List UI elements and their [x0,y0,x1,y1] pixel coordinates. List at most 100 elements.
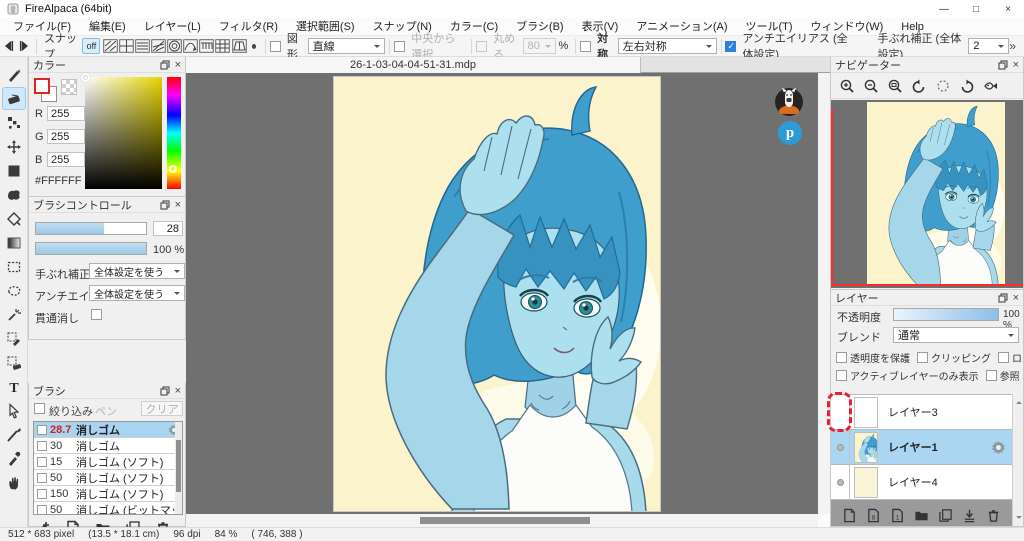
layer-opacity-slider[interactable] [893,308,999,321]
stabilizer-dropdown[interactable]: 2 [968,38,1009,54]
zoom-out-icon[interactable] [859,75,883,97]
float-panel-icon[interactable] [998,293,1008,303]
brush-list-scrollbar[interactable] [175,422,182,515]
snap-off-button[interactable]: off [82,38,100,54]
blend-dropdown[interactable]: 通常 [893,327,1019,343]
prev-snap-button[interactable] [0,38,16,55]
text-tool[interactable]: T [2,375,26,398]
snap-ruler-icon[interactable] [199,38,215,55]
fill-lasso-tool[interactable] [2,183,26,206]
close-button[interactable]: × [992,0,1024,18]
snap-perspective-icon[interactable] [231,38,247,55]
add-8bit-layer-button[interactable]: 8 [861,508,885,523]
close-panel-icon[interactable]: × [175,60,181,70]
lock-checkbox[interactable] [998,352,1009,363]
green-input[interactable]: 255 [47,129,85,144]
select-lasso-tool[interactable] [2,279,26,302]
rotate-reset-icon[interactable] [931,75,955,97]
eraser-tool[interactable] [2,87,26,110]
select-eraser-tool[interactable] [2,351,26,374]
canvas-vertical-scrollbar[interactable] [818,73,830,514]
sv-marker[interactable] [81,73,90,82]
shape-dropdown[interactable]: 直線 [308,38,386,54]
foreground-color-swatch[interactable] [34,78,50,94]
brush-filter-clear-button[interactable]: クリア [141,401,183,416]
stabilizer-setting-dropdown[interactable]: 全体設定を使う [89,263,185,279]
zoom-reset-icon[interactable] [883,75,907,97]
snap-cross-icon[interactable] [118,38,134,55]
layer-settings-gear-icon[interactable] [991,440,1006,455]
add-layer-button[interactable] [837,508,861,523]
active-only-checkbox[interactable] [836,370,847,381]
brush-row[interactable]: 50消しゴム (ビットマップ) [34,502,182,515]
divide-tool[interactable] [2,423,26,446]
eyedropper-tool[interactable] [2,447,26,470]
next-snap-button[interactable] [16,38,32,55]
layer-row[interactable]: レイヤー3 [831,395,1012,430]
layer-visibility-toggle[interactable] [831,430,850,464]
close-panel-icon[interactable]: × [175,386,181,396]
symmetry-checkbox[interactable] [580,41,591,52]
rotate-left-icon[interactable] [907,75,931,97]
red-input[interactable]: 255 [47,106,85,121]
protect-alpha-checkbox[interactable] [836,352,847,363]
reference-checkbox[interactable] [986,370,997,381]
center-select-checkbox[interactable] [394,41,405,52]
add-layer-folder-button[interactable] [909,508,933,523]
operation-tool[interactable] [2,399,26,422]
antialias-setting-dropdown[interactable]: 全体設定を使う [89,285,185,301]
close-panel-icon[interactable]: × [1013,60,1019,70]
brush-filter-checkbox[interactable] [34,403,45,414]
snap-concentric-icon[interactable] [167,38,183,55]
fill-rect-tool[interactable] [2,159,26,182]
snap-vanishing-icon[interactable] [151,38,167,55]
add-1bit-layer-button[interactable]: 1 [885,508,909,523]
layer-list-scrollbar[interactable] [1012,394,1023,526]
transparent-color-swatch[interactable] [61,79,77,95]
blue-input[interactable]: 255 [47,152,85,167]
menu-filter[interactable]: フィルタ(R) [210,18,287,36]
layer-row[interactable]: レイヤー1 [831,430,1012,465]
layer-row[interactable]: レイヤー4 [831,465,1012,500]
brush-row[interactable]: 50消しゴム (ソフト) [34,470,182,486]
round-checkbox[interactable] [476,41,487,52]
magic-wand-tool[interactable] [2,303,26,326]
symmetry-dropdown[interactable]: 左右対称 [618,38,717,54]
toolbar-overflow-icon[interactable]: » [1009,39,1016,53]
pen-tool[interactable] [2,63,26,86]
navigator-thumbnail[interactable] [831,100,1023,288]
merge-down-button[interactable] [957,508,981,523]
round-dropdown[interactable]: 80 [523,38,556,54]
brush-opacity-slider[interactable] [35,242,147,255]
snap-horizontal-icon[interactable] [135,38,151,55]
snap-curve-icon[interactable] [183,38,199,55]
select-rect-tool[interactable] [2,255,26,278]
antialias-checkbox[interactable] [725,41,736,52]
brush-row[interactable]: 15消しゴム (ソフト) [34,454,182,470]
canvas-horizontal-scrollbar[interactable] [186,514,818,527]
close-panel-icon[interactable]: × [1013,293,1019,303]
brush-row[interactable]: 150消しゴム (ソフト) [34,486,182,502]
pixiv-icon[interactable]: p [778,121,802,145]
float-panel-icon[interactable] [160,60,170,70]
snap-point-icon[interactable] [252,44,256,49]
brush-size-slider[interactable] [35,222,147,235]
float-panel-icon[interactable] [160,386,170,396]
flip-reset-icon[interactable] [979,75,1003,97]
snap-parallel-icon[interactable] [102,38,118,55]
gradient-tool[interactable] [2,231,26,254]
delete-layer-button[interactable] [981,508,1005,523]
menu-animation[interactable]: アニメーション(A) [627,18,736,36]
hand-tool[interactable] [2,471,26,494]
firealpaca-mascot-icon[interactable] [775,88,803,116]
clipping-checkbox[interactable] [917,352,928,363]
float-panel-icon[interactable] [998,60,1008,70]
brush-row[interactable]: 30消しゴム [34,438,182,454]
float-panel-icon[interactable] [160,200,170,210]
zoom-in-icon[interactable] [835,75,859,97]
saturation-value-picker[interactable] [85,77,162,189]
hue-marker[interactable] [169,165,177,173]
fill-polygon-tool[interactable] [2,207,26,230]
brush-row[interactable]: 28.7消しゴム [34,422,182,438]
rotate-right-icon[interactable] [955,75,979,97]
